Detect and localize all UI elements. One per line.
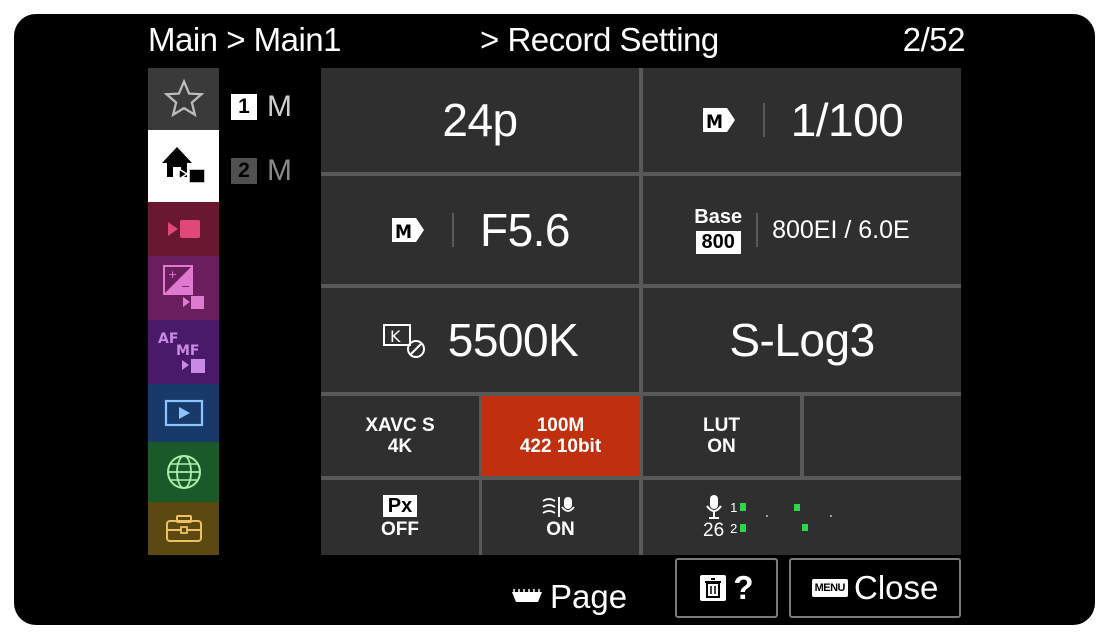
dial-icon [512,589,542,602]
iso-base: Base 800 [694,206,742,254]
close-button[interactable]: MENU Close [789,558,961,618]
svg-text:M: M [706,111,723,133]
section-title: > Record Setting [480,21,719,58]
proxy-state: OFF [381,519,419,540]
svg-text:MF: MF [176,343,200,359]
bitrate-cell[interactable]: 100M 422 10bit [482,396,639,476]
slot-2[interactable]: 2 M [231,154,292,188]
proxy-cell[interactable]: Px OFF [321,480,479,555]
wind-noise-state: ON [546,519,575,540]
playback-icon [164,399,203,427]
page-label: Page [550,578,628,615]
iso-base-value: 800 [695,231,741,254]
iso-base-label: Base [694,206,743,228]
shutter-manual-icon: M [701,106,737,134]
svg-text:+: + [168,268,177,281]
aperture-value: F5.6 [479,204,571,256]
delete-help-button[interactable]: ? [675,558,778,618]
network-globe-icon [166,455,201,489]
audio-level-value: 26 [703,519,725,541]
frame-rate-value: 24p [442,94,518,146]
bitrate-line2: 422 10bit [519,436,602,457]
exposure-index-value: 800EI / 6.0E [772,215,910,244]
white-balance-value: 5500K [447,314,579,366]
trash-icon [700,575,727,601]
breadcrumb: Main > Main1 [148,21,342,58]
picture-profile-cell[interactable]: S-Log3 [643,288,961,392]
white-balance-kelvin-icon: K [382,324,425,358]
frame-rate-cell[interactable]: 24p [321,68,639,172]
file-format-line2: 4K [387,436,413,457]
slot-mode: M [267,90,292,123]
iso-cell[interactable]: Base 800 800EI / 6.0E [643,176,961,284]
slot-number: 1 [231,94,257,120]
nav-item-setup[interactable] [148,502,219,555]
star-icon [163,78,204,118]
audio-meter-bar [740,503,747,511]
slot-number: 2 [231,158,257,184]
audio-meter-bar [740,524,747,532]
file-format-line1: XAVC S [365,415,435,436]
audio-channel-2: 2 [730,521,747,536]
microphone-icon [705,494,722,519]
bitrate-line1: 100M [536,415,585,436]
file-format-cell[interactable]: XAVC S 4K [321,396,479,476]
movie-camera-icon [167,220,200,238]
home-movie-icon [161,147,206,184]
category-nav: + − AF MF [148,68,219,555]
slot-mode: M [267,154,292,187]
svg-text:M: M [395,221,412,243]
close-label: Close [854,569,939,606]
camera-menu-screen: Main > Main1 > Record Setting 2/52 + − A… [14,14,1095,625]
audio-wind-cell[interactable]: ON [482,480,639,555]
nav-item-network[interactable] [148,442,219,502]
page-hint: Page [510,572,627,622]
shutter-cell[interactable]: M 1/100 [643,68,961,172]
slot-1[interactable]: 1 M [231,90,292,124]
audio-meter-dots [766,503,833,531]
nav-item-playback[interactable] [148,384,219,442]
nav-item-shooting[interactable] [148,202,219,256]
empty-cell [804,396,961,476]
white-balance-cell[interactable]: K 5500K [321,288,639,392]
picture-profile-value: S-Log3 [729,314,875,366]
audio-level-cell[interactable]: 26 1 2 [643,480,961,555]
audio-channel-1: 1 [730,500,747,515]
proxy-icon: Px [382,495,418,517]
lut-state: ON [707,436,736,457]
help-label: ? [733,569,754,606]
exposure-color-icon: + − [162,265,204,309]
aperture-manual-icon: M [390,216,426,244]
menu-button-icon: MENU [811,579,848,597]
lut-cell[interactable]: LUT ON [643,396,800,476]
svg-text:K: K [390,327,401,346]
nav-item-favorites[interactable] [148,68,219,130]
toolbox-icon [165,514,202,542]
nav-item-focus[interactable]: AF MF [148,320,219,384]
lut-label: LUT [703,415,740,436]
aperture-cell[interactable]: M F5.6 [321,176,639,284]
af-mf-icon: AF MF [158,331,205,373]
nav-item-exposure-color[interactable]: + − [148,256,219,320]
settings-grid: 24p M 1/100 M F5.6 Base 800 800EI / 6.0E… [321,68,961,555]
shutter-speed-value: 1/100 [790,94,904,146]
memory-recall-slots: 1 M 2 M [219,68,319,555]
wind-noise-mic-icon [542,497,575,517]
svg-text:−: − [181,280,190,293]
page-indicator: 2/52 [902,21,966,58]
nav-item-main[interactable] [148,130,219,202]
